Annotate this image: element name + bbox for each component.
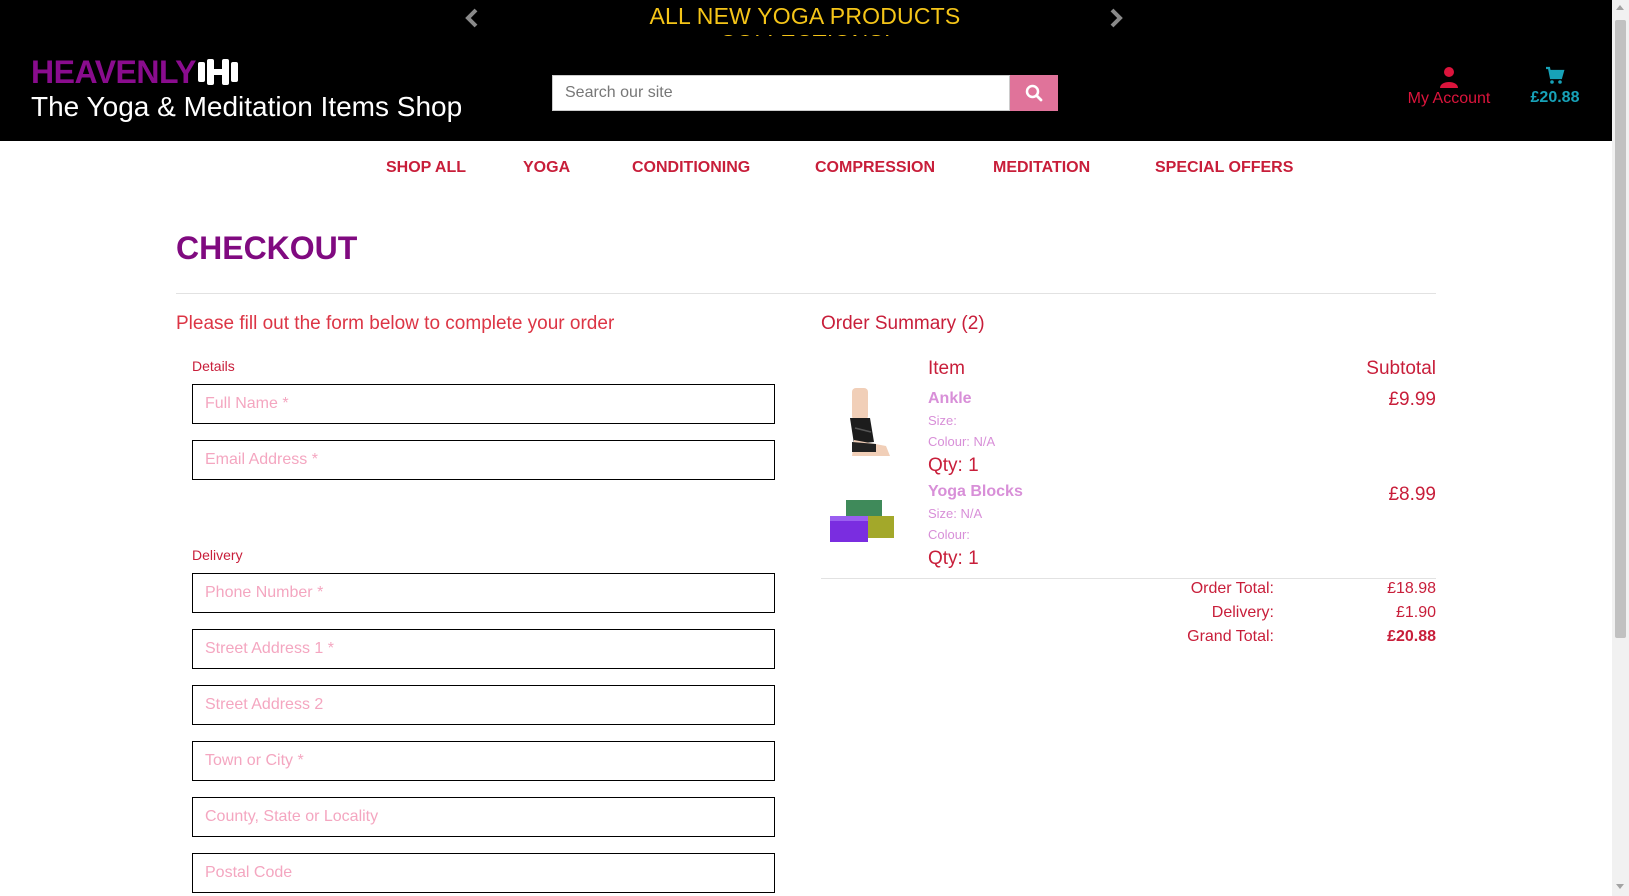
page-title: CHECKOUT — [176, 230, 358, 266]
cart-link[interactable]: £20.88 — [1520, 66, 1590, 116]
cart-total: £20.88 — [1530, 89, 1580, 106]
full-name-field[interactable] — [192, 384, 775, 424]
scroll-thumb[interactable] — [1615, 20, 1626, 638]
delivery-legend: Delivery — [192, 547, 243, 563]
grand-total-label: Grand Total: — [1187, 628, 1274, 645]
delivery-label: Delivery: — [1211, 604, 1274, 621]
item-price: £8.99 — [1388, 484, 1436, 505]
county-field[interactable] — [192, 797, 775, 837]
street-address-2-field[interactable] — [192, 685, 775, 725]
brand-tagline: The Yoga & Meditation Items Shop — [31, 91, 463, 122]
ankle-support-image[interactable] — [828, 384, 898, 462]
banner-prev-icon[interactable] — [462, 6, 482, 30]
my-account-link[interactable]: My Account — [1394, 66, 1504, 116]
my-account-label: My Account — [1407, 90, 1491, 107]
street-address-1-field[interactable] — [192, 629, 775, 669]
item-column-header: Item — [928, 358, 965, 379]
search-icon — [1025, 84, 1043, 102]
item-qty: Qty: 1 — [928, 548, 979, 569]
promo-banner: ALL NEW YOGA PRODUCTS COLLECTIONS! — [0, 0, 1612, 56]
banner-next-icon[interactable] — [1106, 6, 1126, 30]
details-legend: Details — [192, 358, 235, 374]
delivery-value: £1.90 — [1395, 604, 1436, 621]
email-field[interactable] — [192, 440, 775, 480]
nav-compression[interactable]: COMPRESSION — [815, 159, 935, 177]
grand-total-value: £20.88 — [1387, 628, 1436, 645]
main-nav: SHOP ALL YOGA CONDITIONING COMPRESSION M… — [0, 141, 1612, 199]
subtotal-column-header: Subtotal — [1366, 358, 1436, 379]
form-intro: Please fill out the form below to comple… — [176, 313, 615, 334]
nav-shop-all[interactable]: SHOP ALL — [386, 159, 466, 177]
search-input[interactable] — [552, 75, 1010, 111]
shopping-cart-icon — [1546, 66, 1565, 84]
page: ALL NEW YOGA PRODUCTS COLLECTIONS! HEAVE… — [0, 0, 1629, 896]
nav-yoga[interactable]: YOGA — [523, 159, 570, 177]
site-header: HEAVENLY The Yoga & Meditation Items Sho… — [0, 36, 1612, 141]
nav-conditioning[interactable]: CONDITIONING — [632, 159, 750, 177]
item-price: £9.99 — [1388, 389, 1436, 410]
search-button[interactable] — [1010, 75, 1058, 111]
town-city-field[interactable] — [192, 741, 775, 781]
item-qty: Qty: 1 — [928, 455, 979, 476]
divider — [176, 293, 1436, 294]
item-colour: Colour: N/A — [928, 434, 996, 449]
item-size: Size: N/A — [928, 506, 983, 521]
item-size: Size: — [928, 413, 957, 428]
brand-logo[interactable]: HEAVENLY — [31, 54, 196, 91]
postal-code-field[interactable] — [192, 853, 775, 893]
scroll-down-icon[interactable] — [1616, 884, 1624, 889]
page-scrollbar[interactable] — [1612, 0, 1629, 896]
dumbbell-icon — [196, 58, 240, 86]
scroll-up-icon[interactable] — [1616, 5, 1624, 10]
item-name-link[interactable]: Yoga Blocks — [928, 483, 1023, 501]
order-total-value: £18.98 — [1387, 580, 1436, 597]
order-summary-title: Order Summary (2) — [821, 313, 985, 334]
user-icon — [1440, 67, 1458, 88]
nav-special-offers[interactable]: SPECIAL OFFERS — [1155, 159, 1293, 177]
order-total-label: Order Total: — [1190, 580, 1274, 597]
item-colour: Colour: — [928, 527, 970, 542]
divider — [821, 578, 1436, 579]
item-name-link[interactable]: Ankle — [928, 390, 972, 408]
nav-meditation[interactable]: MEDITATION — [993, 159, 1090, 177]
yoga-blocks-image[interactable] — [828, 490, 898, 568]
phone-field[interactable] — [192, 573, 775, 613]
